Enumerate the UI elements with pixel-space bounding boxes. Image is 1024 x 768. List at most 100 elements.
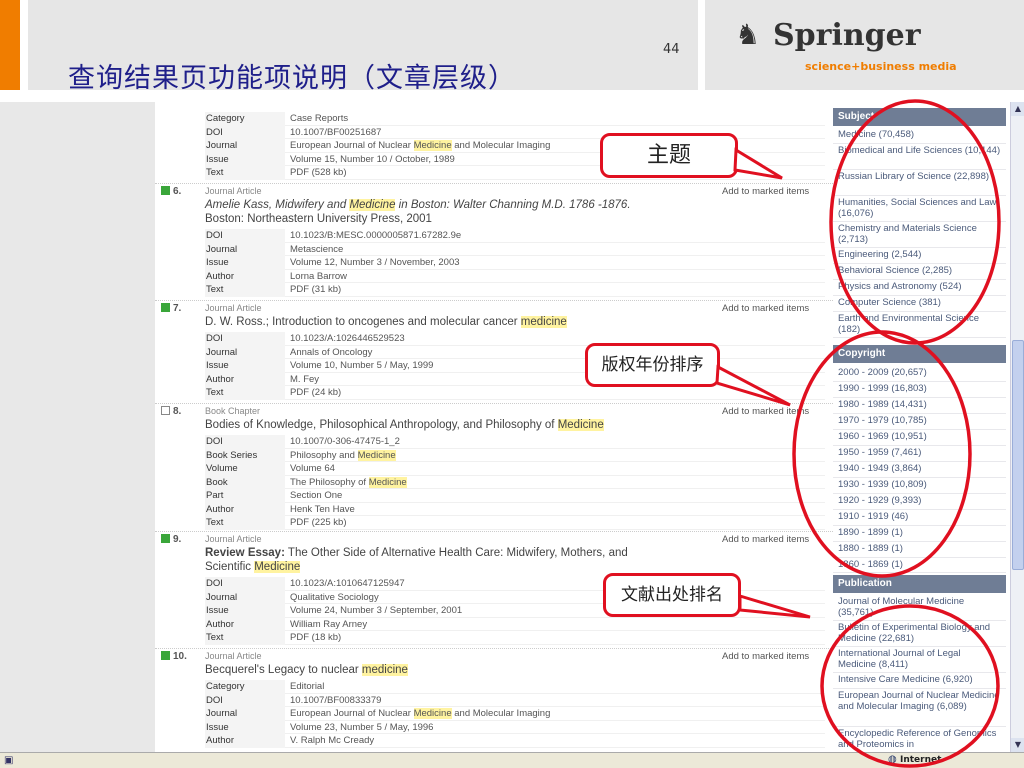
subject-facet-item[interactable]: Medicine (70,458) (833, 128, 1006, 144)
meta-key: Journal (205, 242, 285, 256)
result-item-8[interactable]: 8. Book Chapter Add to marked items Bodi… (155, 404, 833, 532)
meta-key: Journal (205, 590, 285, 604)
copyright-facet-item[interactable]: 1920 - 1929 (9,393) (833, 494, 1006, 510)
result-title-line1: The Other Side of Alternative Health Car… (287, 547, 628, 559)
copyright-facet-item[interactable]: 1990 - 1999 (16,803) (833, 382, 1006, 398)
copyright-facet-item[interactable]: 1880 - 1889 (1) (833, 542, 1006, 558)
publication-facet-item[interactable]: Intensive Care Medicine (6,920) (833, 673, 1006, 689)
result-title[interactable]: Becquerel's Legacy to nuclear medicine (205, 663, 715, 677)
meta-value: 10.1007/0-306-47475-1_2 (290, 436, 400, 447)
result-number: 7. (161, 303, 181, 314)
meta-value[interactable]: The Philosophy of Medicine (290, 476, 407, 490)
result-title-line1[interactable]: D. W. Ross.; Introduction to oncogenes a… (205, 315, 715, 329)
add-to-marked-link[interactable]: Add to marked items (722, 303, 809, 314)
meta-value: Volume 64 (290, 463, 335, 474)
subject-facet-item[interactable]: Chemistry and Materials Science (2,713) (833, 222, 1006, 248)
scroll-down-icon[interactable]: ▼ (1011, 738, 1024, 752)
meta-value[interactable]: Metascience (290, 243, 343, 257)
copyright-facet-item[interactable]: 2000 - 2009 (20,657) (833, 366, 1006, 382)
scroll-thumb[interactable] (1012, 340, 1024, 570)
meta-value[interactable]: PDF (528 kb) (290, 166, 347, 180)
subject-facet-item[interactable]: Behavioral Science (2,285) (833, 264, 1006, 280)
publication-facet-item[interactable]: Journal of Molecular Medicine (35,761) (833, 595, 1006, 621)
facet-header-copyright: Copyright (833, 345, 1006, 363)
result-item-7[interactable]: 7. Journal Article Add to marked items D… (155, 301, 833, 404)
publication-facet-item[interactable]: International Journal of Legal Medicine … (833, 647, 1006, 673)
meta-value[interactable]: PDF (18 kb) (290, 631, 341, 645)
subject-facet-item[interactable]: Humanities, Social Sciences and Law (16,… (833, 196, 1006, 222)
result-title[interactable]: Amelie Kass, Midwifery and Medicine in B… (205, 198, 715, 226)
meta-row: Author Henk Ten Have (205, 502, 825, 517)
marked-checkbox[interactable] (161, 534, 170, 543)
meta-value[interactable]: Lorna Barrow (290, 270, 347, 284)
meta-value[interactable]: PDF (31 kb) (290, 283, 341, 297)
meta-value[interactable]: European Journal of Nuclear Medicine and… (290, 707, 550, 721)
result-title[interactable]: D. W. Ross.; Introduction to oncogenes a… (205, 315, 715, 329)
copyright-facet-item[interactable]: 1980 - 1989 (14,431) (833, 398, 1006, 414)
slide-title: 查询结果页功能项说明（文章层级） (68, 63, 516, 94)
copyright-facet-item[interactable]: 1890 - 1899 (1) (833, 526, 1006, 542)
result-item-10[interactable]: 10. Journal Article Add to marked items … (155, 649, 833, 752)
marked-checkbox[interactable] (161, 303, 170, 312)
add-to-marked-link[interactable]: Add to marked items (722, 651, 809, 662)
result-title-line1[interactable]: Amelie Kass, Midwifery and Medicine in B… (205, 198, 715, 212)
subject-facet-item[interactable]: Physics and Astronomy (524) (833, 280, 1006, 296)
meta-value[interactable]: PDF (24 kb) (290, 386, 341, 400)
result-meta: DOI 10.1023/B:MESC.0000005871.67282.9e Jou… (205, 229, 825, 297)
meta-value[interactable]: M. Fey (290, 373, 319, 387)
result-title[interactable]: Bodies of Knowledge, Philosophical Anthr… (205, 418, 715, 432)
copyright-facet-item[interactable]: 1910 - 1919 (46) (833, 510, 1006, 526)
meta-row: DOI 10.1023/A:1026446529523 (205, 332, 825, 346)
subject-facet-item[interactable]: Russian Library of Science (22,898) (833, 170, 1006, 196)
meta-value[interactable]: Philosophy and Medicine (290, 449, 396, 463)
scroll-up-icon[interactable]: ▲ (1011, 102, 1024, 116)
meta-value[interactable]: Qualitative Sociology (290, 591, 379, 605)
meta-value[interactable]: PDF (225 kb) (290, 516, 347, 530)
facet-header-publication: Publication (833, 575, 1006, 593)
results-list: Category Case Reports DOI 10.1007/BF0025168… (155, 102, 833, 752)
result-item-6[interactable]: 6. Journal Article Add to marked items A… (155, 184, 833, 301)
add-to-marked-link[interactable]: Add to marked items (722, 534, 809, 545)
meta-value: Volume 10, Number 5 / May, 1999 (290, 360, 434, 371)
result-title-line1[interactable]: Becquerel's Legacy to nuclear medicine (205, 663, 715, 677)
result-title[interactable]: Review Essay: The Other Side of Alternat… (205, 546, 715, 574)
marked-checkbox[interactable] (161, 186, 170, 195)
meta-key: Volume (205, 462, 285, 476)
meta-key: DOI (205, 693, 285, 707)
meta-row: Issue Volume 12, Number 3 / November, 200… (205, 256, 825, 270)
subject-facet-item[interactable]: Computer Science (381) (833, 296, 1006, 312)
marked-checkbox[interactable] (161, 406, 170, 415)
add-to-marked-link[interactable]: Add to marked items (722, 186, 809, 197)
copyright-facet-item[interactable]: 1950 - 1959 (7,461) (833, 446, 1006, 462)
meta-value[interactable]: Annals of Oncology (290, 346, 372, 360)
meta-row: Part Section One (205, 489, 825, 503)
vertical-scrollbar[interactable]: ▲ ▼ (1010, 102, 1024, 752)
publication-facet-item[interactable]: European Journal of Nuclear Medicine and… (833, 689, 1006, 727)
result-title-line1[interactable]: Bodies of Knowledge, Philosophical Anthr… (205, 418, 715, 432)
meta-key: Issue (205, 604, 285, 618)
copyright-facet-item[interactable]: 1960 - 1969 (10,951) (833, 430, 1006, 446)
meta-value[interactable]: V. Ralph Mc Cready (290, 734, 374, 748)
copyright-facet-item[interactable]: 1860 - 1869 (1) (833, 558, 1006, 573)
meta-key: Journal (205, 345, 285, 359)
add-to-marked-link[interactable]: Add to marked items (722, 406, 809, 417)
meta-key: DOI (205, 435, 285, 449)
meta-row: Text PDF (18 kb) (205, 631, 825, 645)
meta-value[interactable]: European Journal of Nuclear Medicine and… (290, 139, 550, 153)
meta-row: Author M. Fey (205, 372, 825, 387)
subject-facet-item[interactable]: Biomedical and Life Sciences (10,144) (833, 144, 1006, 170)
subject-facet-item[interactable]: Earth and Environmental Science (182) (833, 312, 1006, 338)
meta-key: Category (205, 680, 285, 694)
marked-checkbox[interactable] (161, 651, 170, 660)
copyright-facet-item[interactable]: 1970 - 1979 (10,785) (833, 414, 1006, 430)
copyright-facet-item[interactable]: 1930 - 1939 (10,809) (833, 478, 1006, 494)
left-panel (0, 102, 155, 752)
subject-facet-item[interactable]: Engineering (2,544) (833, 248, 1006, 264)
meta-value[interactable]: William Ray Arney (290, 618, 367, 632)
publication-facet-item[interactable]: Bulletin of Experimental Biology and Med… (833, 621, 1006, 647)
copyright-facet-item[interactable]: 1940 - 1949 (3,864) (833, 462, 1006, 478)
meta-row: Category Case Reports (205, 112, 825, 126)
slide: { "slide": { "title": "查询结果页功能项说明（文章层级）"… (0, 0, 1024, 768)
meta-value[interactable]: Henk Ten Have (290, 503, 355, 517)
publication-facet-item[interactable]: Encyclopedic Reference of Genomics and P… (833, 727, 1006, 753)
